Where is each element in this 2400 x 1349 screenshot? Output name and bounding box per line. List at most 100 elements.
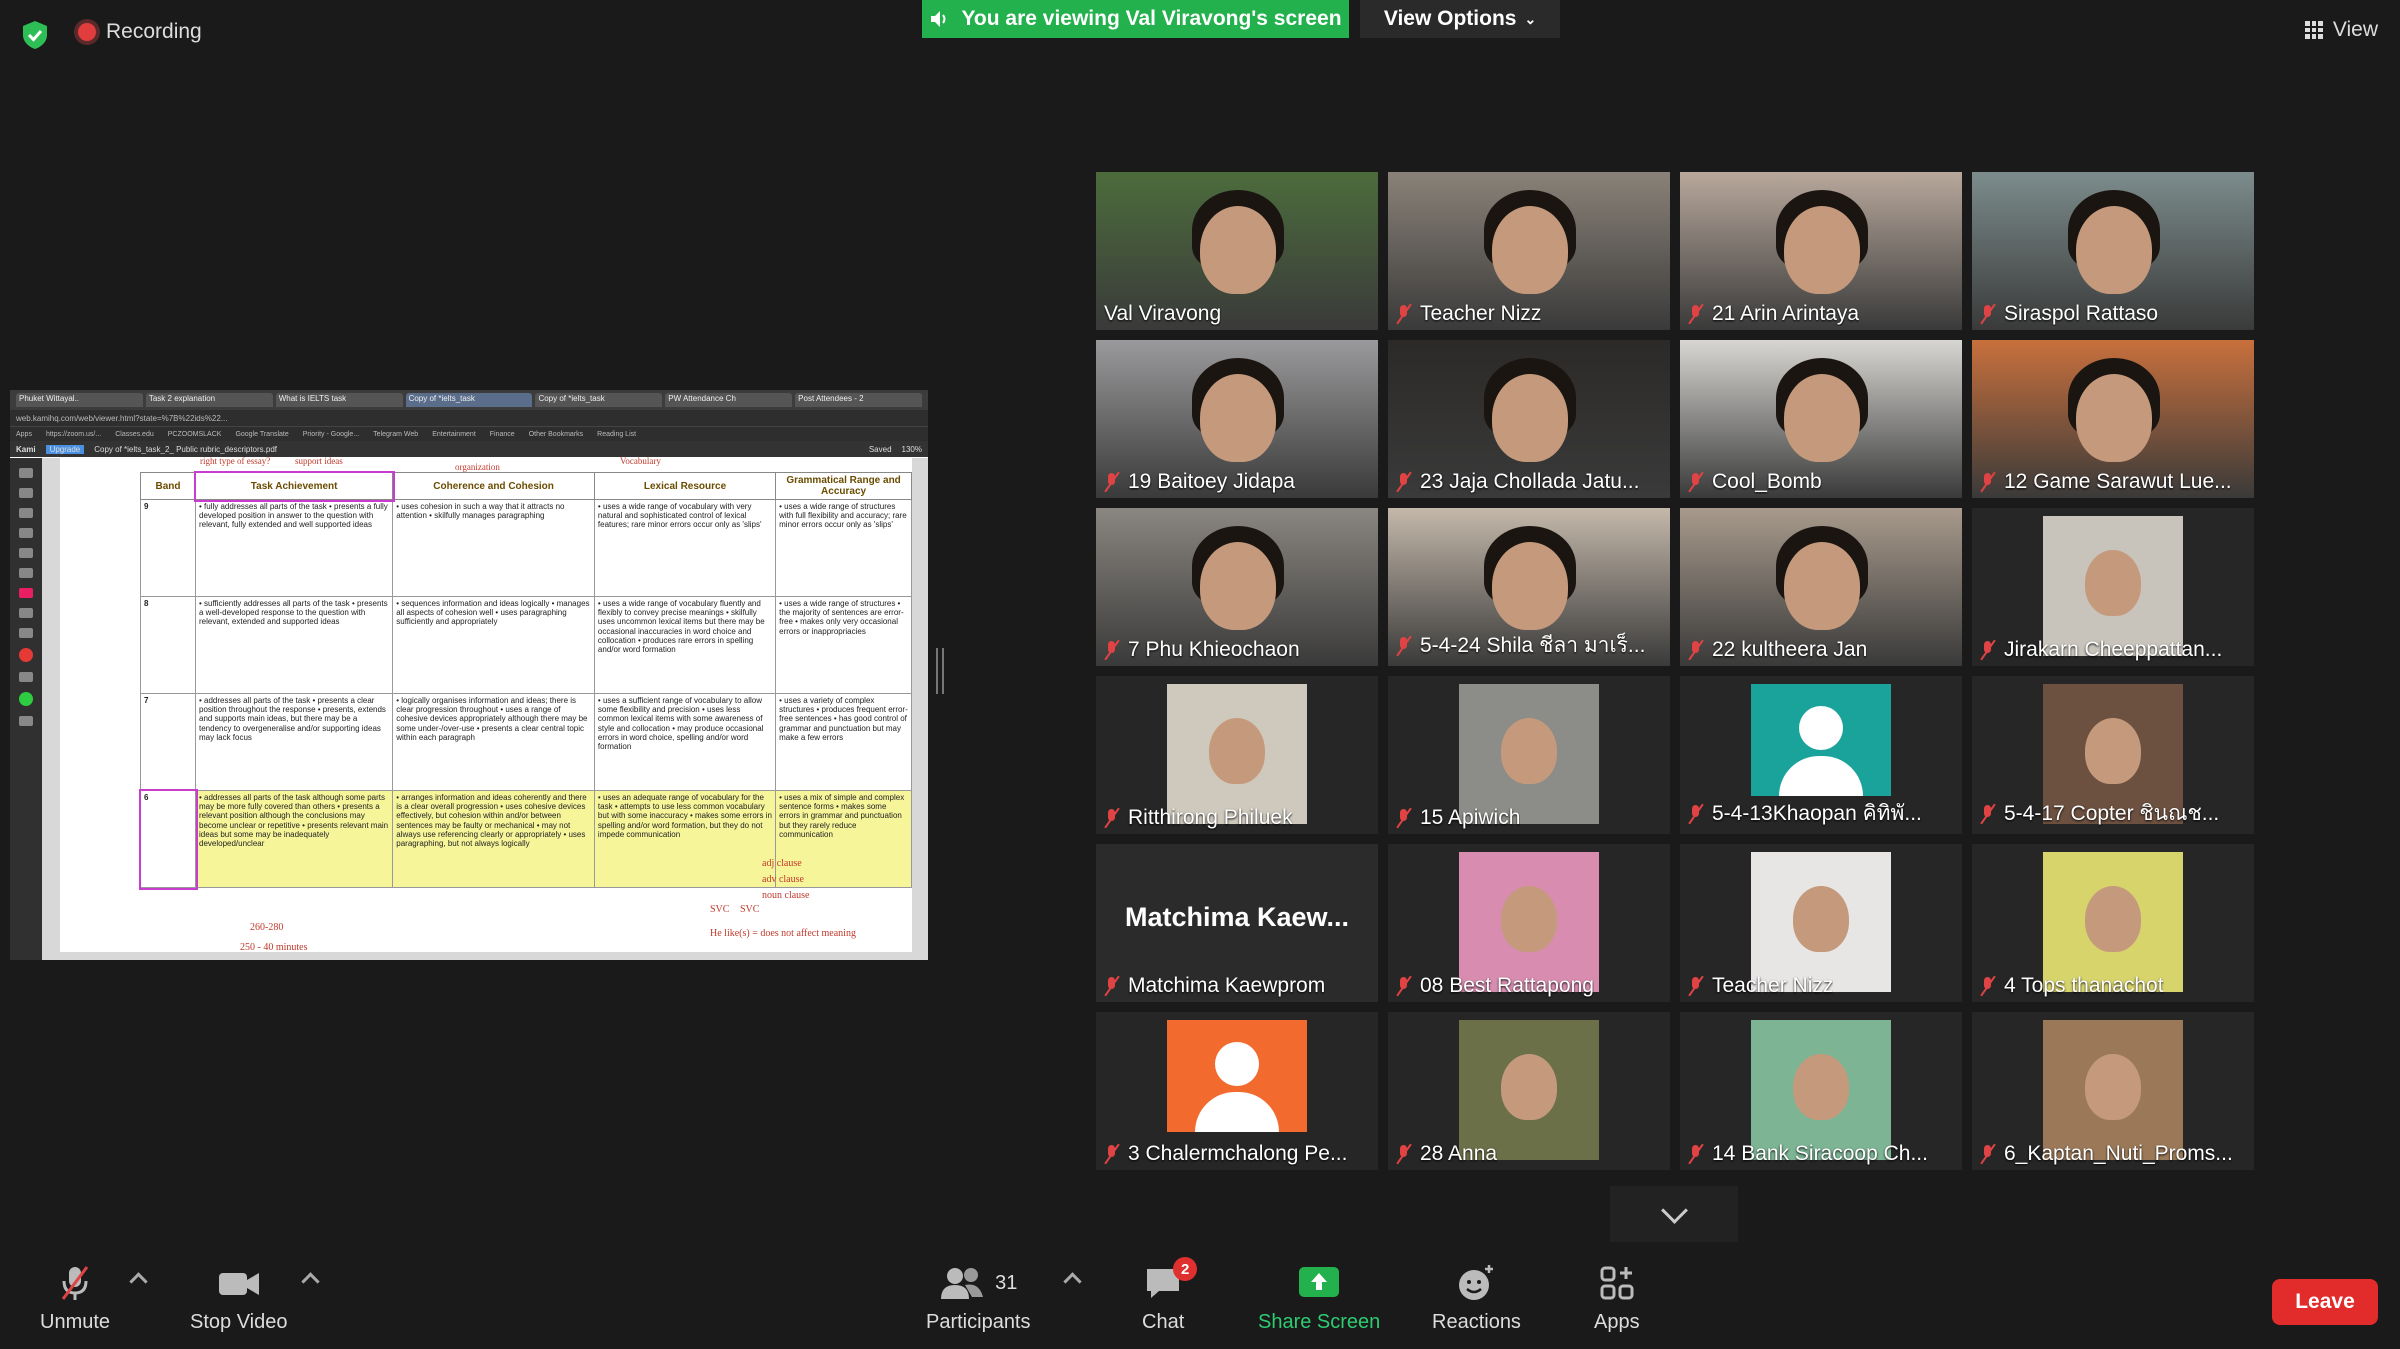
browser-tab: Task 2 explanation [145,393,273,407]
profile-photo [1751,1020,1891,1160]
participants-label: Participants [926,1311,1031,1333]
participant-name-label: Ritthirong Philuek [1104,806,1293,830]
share-screen-button[interactable]: Share Screen [1258,1263,1380,1334]
mic-muted-icon [1104,976,1120,996]
participants-button[interactable]: 31 Participants [926,1263,1031,1334]
rubric-cell: • uses a mix of simple and complex sente… [775,790,912,888]
bookmark-item: https://zoom.us/... [45,430,102,438]
participants-options-caret-icon[interactable] [1063,1272,1082,1291]
mic-muted-icon [1980,976,1996,996]
doc-title: Copy of *ielts_task_2_ Public rubric_des… [94,444,278,454]
profile-photo [1167,684,1307,824]
bookmark-item: PCZOOMSLACK [167,430,222,438]
participant-tile[interactable]: 5-4-24 Shila ชีลา มาเร็... [1388,508,1670,666]
rubric-cell: • logically organises information and id… [392,693,595,791]
chat-button[interactable]: 2 Chat [1142,1257,1198,1334]
security-shield-icon[interactable] [22,20,48,50]
bookmark-item: Telegram Web [373,430,419,438]
participant-name-label: 28 Anna [1396,1142,1497,1166]
participant-tile[interactable]: 22 kultheera Jan [1680,508,1962,666]
participant-tile[interactable]: Teacher Nizz [1388,172,1670,330]
mic-muted-icon [1688,640,1704,660]
participant-tile[interactable]: 3 Chalermchalong Pe... [1096,1012,1378,1170]
participant-tile[interactable]: Siraspol Rattaso [1972,172,2254,330]
mic-muted-icon [1688,1144,1704,1164]
video-options-caret-icon[interactable] [301,1272,320,1291]
participant-name-label: 5-4-24 Shila ชีลา มาเร็... [1396,629,1645,662]
participant-tile[interactable]: Ritthirong Philuek [1096,676,1378,834]
view-options-label: View Options [1383,7,1517,30]
participant-tile[interactable]: 28 Anna [1388,1012,1670,1170]
viewing-banner: You are viewing Val Viravong's screen [922,0,1349,38]
mic-muted-icon [1980,804,1996,824]
participant-name-label: Cool_Bomb [1688,470,1822,494]
mic-muted-icon [1980,640,1996,660]
participant-tile[interactable]: 15 Apiwich [1388,676,1670,834]
view-button[interactable]: View [2304,18,2378,42]
participant-name-label: Teacher Nizz [1396,302,1541,326]
view-options-button[interactable]: View Options ⌄ [1360,0,1560,38]
participant-tile[interactable]: 08 Best Rattapong [1388,844,1670,1002]
participant-tile[interactable]: 19 Baitoey Jidapa [1096,340,1378,498]
viewing-label: You are viewing Val Viravong's screen [961,7,1342,30]
participant-tile[interactable]: Val Viravong [1096,172,1378,330]
upgrade-button: Upgrade [45,444,85,454]
gallery-next-page-button[interactable] [1610,1186,1738,1242]
participant-tile[interactable]: 6_Kaptan_Nuti_Proms... [1972,1012,2254,1170]
participant-tile[interactable]: 21 Arin Arintaya [1680,172,1962,330]
view-label: View [2332,18,2378,41]
participant-name: 28 Anna [1420,1142,1498,1165]
split-resize-handle[interactable] [936,648,944,694]
participant-name-label: 22 kultheera Jan [1688,638,1867,662]
shared-screen[interactable]: Phuket Wittayal.. Task 2 explanation What … [10,390,928,960]
default-avatar-icon [1751,684,1891,796]
participant-name-label: 19 Baitoey Jidapa [1104,470,1295,494]
participant-name-label: 4 Tops thanachot [1980,974,2164,998]
participants-count: 31 [995,1271,1018,1294]
recording-indicator[interactable]: Recording [78,20,202,44]
unmute-button[interactable]: Unmute [40,1263,110,1334]
participant-tile[interactable]: Jirakarn Cheeppattan... [1972,508,2254,666]
mic-muted-icon [1104,1144,1120,1164]
participant-tile[interactable]: 23 Jaja Chollada Jatu... [1388,340,1670,498]
rubric-cell: • addresses all parts of the task • pres… [194,693,394,791]
rubric-cell: • uses a wide range of structures with f… [775,499,912,597]
participant-name-label: Teacher Nizz [1688,974,1833,998]
participant-name: Jirakarn Cheeppattan... [2004,638,2223,661]
bookmark-item: Google Translate [235,430,289,438]
stop-video-button[interactable]: Stop Video [190,1263,288,1334]
profile-photo [2043,852,2183,992]
participant-tile[interactable]: 5-4-13Khaopan คิทิพั... [1680,676,1962,834]
participant-tile[interactable]: 12 Game Sarawut Lue... [1972,340,2254,498]
participant-tile[interactable]: 14 Bank Siracoop Ch... [1680,1012,1962,1170]
camera-icon [217,1263,261,1303]
participant-tile[interactable]: Cool_Bomb [1680,340,1962,498]
mic-muted-icon [1688,976,1704,996]
participant-tile[interactable]: Teacher Nizz [1680,844,1962,1002]
mic-muted-icon [1396,1144,1412,1164]
annotation: right type of essay? [200,456,271,466]
reactions-button[interactable]: Reactions [1432,1263,1521,1334]
participant-tile[interactable]: 5-4-17 Copter ชินณช... [1972,676,2254,834]
share-screen-icon [1297,1263,1341,1303]
participant-tile[interactable]: Matchima Kaew... Matchima Kaewprom [1096,844,1378,1002]
audio-options-caret-icon[interactable] [129,1272,148,1291]
participant-name: 14 Bank Siracoop Ch... [1712,1142,1928,1165]
rubric-row: 6 • addresses all parts of the task altho… [138,788,912,890]
rubric-cell: • uses a variety of complex structures •… [775,693,912,791]
bookmark-item: Other Bookmarks [528,430,584,438]
participant-tile[interactable]: 7 Phu Khieochaon [1096,508,1378,666]
participant-tile[interactable]: 4 Tops thanachot [1972,844,2254,1002]
mic-muted-icon [1980,1144,1996,1164]
url-text: web.kamihq.com/web/viewer.html?state=%7B… [16,413,228,423]
kami-toolbar: Kami Upgrade Copy of *ielts_task_2_ Publ… [10,441,928,457]
annotation: support ideas [295,456,343,466]
apps-button[interactable]: Apps [1594,1263,1640,1334]
participant-name-label: 7 Phu Khieochaon [1104,638,1300,662]
mic-muted-icon [1688,472,1704,492]
participant-name: Ritthirong Philuek [1128,806,1293,829]
saved-status: Saved [868,444,892,454]
annotation: Vocabulary [620,456,661,466]
participant-name: 6_Kaptan_Nuti_Proms... [2004,1142,2233,1165]
leave-button[interactable]: Leave [2272,1279,2378,1325]
